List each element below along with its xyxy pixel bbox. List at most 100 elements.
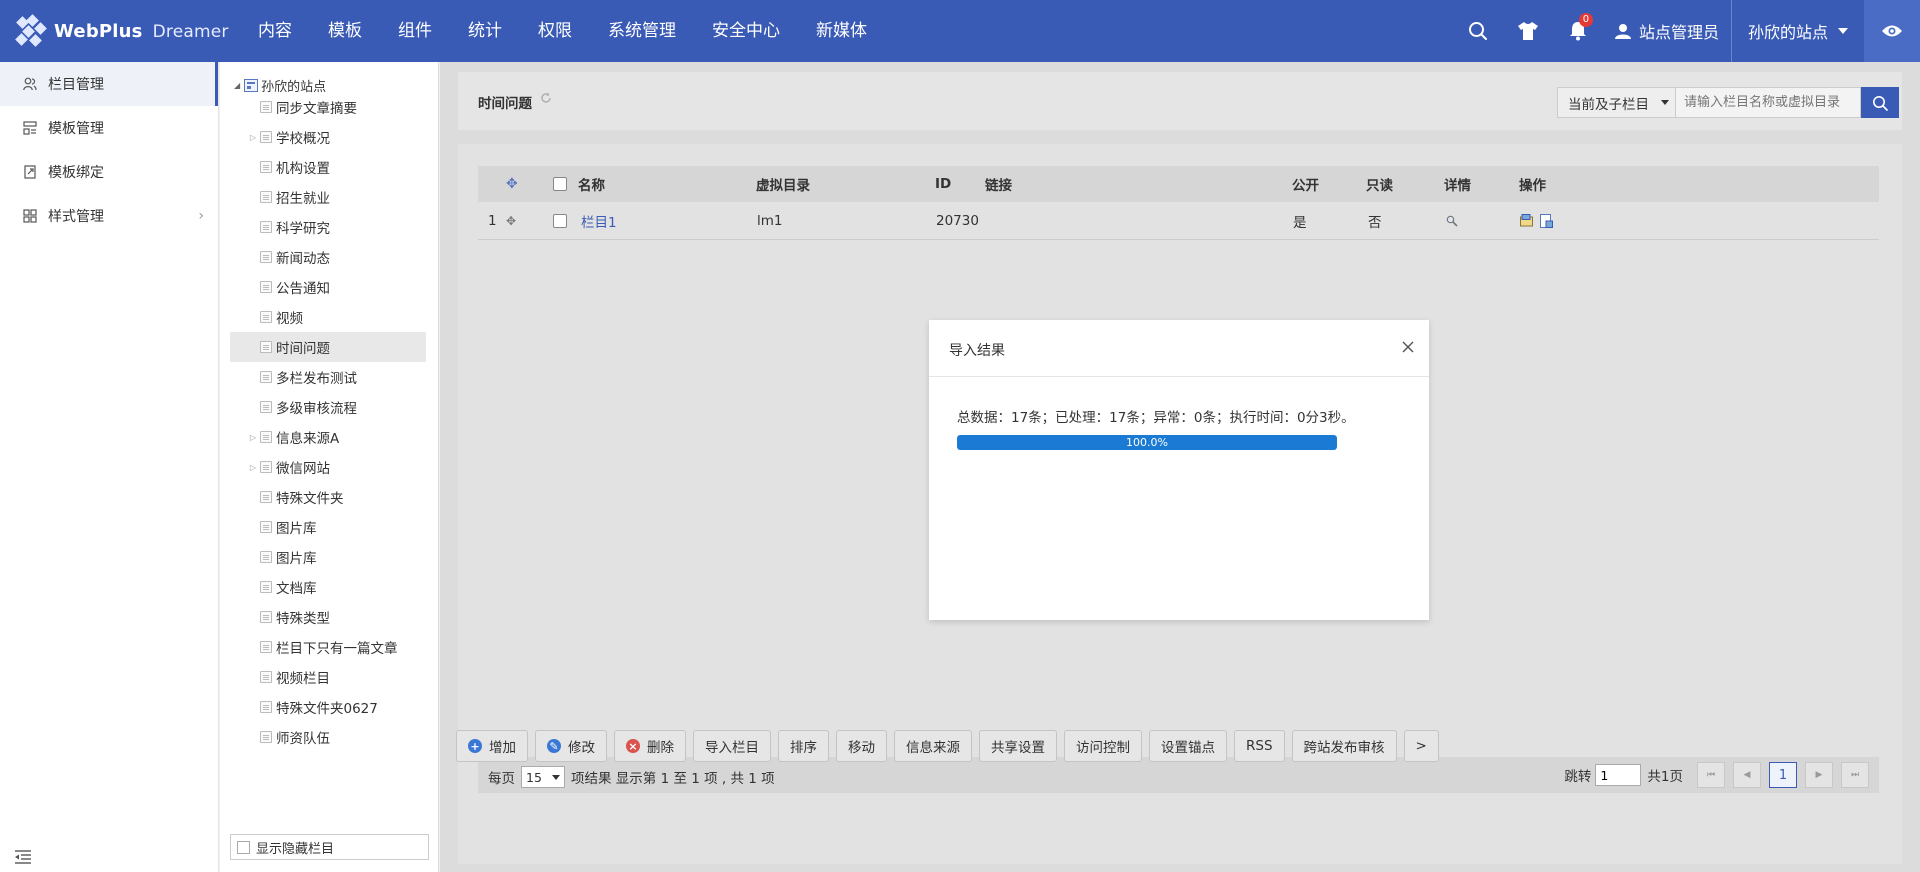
share-settings-button[interactable]: 共享设置: [979, 730, 1057, 762]
import-columns-button[interactable]: 导入栏目: [693, 730, 771, 762]
tree-item[interactable]: ▷ 信息来源A: [230, 422, 426, 452]
view-page-icon[interactable]: [1540, 202, 1553, 239]
expand-triangle-icon[interactable]: ▷: [246, 433, 260, 442]
show-hidden-checkbox[interactable]: [237, 840, 250, 854]
collapse-triangle-icon[interactable]: ◢: [234, 81, 240, 90]
edit-button[interactable]: ✎ 修改: [535, 730, 607, 762]
col-name[interactable]: 名称: [578, 166, 605, 202]
user-menu[interactable]: 站点管理员: [1603, 0, 1732, 62]
table-row[interactable]: 1 ✥ 栏目1 lm1 20730 是 否: [478, 202, 1879, 240]
expand-triangle-icon[interactable]: ▷: [246, 463, 260, 472]
show-hidden-columns-toggle[interactable]: 显示隐藏栏目: [230, 834, 429, 860]
sort-button[interactable]: 排序: [778, 730, 829, 762]
top-right-tools: 0 站点管理员 孙欣的站点: [1453, 0, 1920, 62]
tree-item[interactable]: 多级审核流程: [230, 392, 426, 422]
tree-item[interactable]: 特殊文件夹: [230, 482, 426, 512]
tree-item[interactable]: 公告通知: [230, 272, 426, 302]
caret-down-icon: [552, 775, 560, 780]
info-source-button[interactable]: 信息来源: [894, 730, 972, 762]
tree-item[interactable]: ▷ 学校概况: [230, 122, 426, 152]
col-link[interactable]: 链接: [985, 166, 1012, 202]
tree-item[interactable]: 时间问题: [230, 332, 426, 362]
col-readonly[interactable]: 只读: [1366, 166, 1393, 202]
last-page-icon[interactable]: ⏭: [1841, 762, 1869, 788]
tree-item[interactable]: 图片库: [230, 542, 426, 572]
col-id[interactable]: ID: [935, 166, 951, 202]
nav-item-system[interactable]: 系统管理: [590, 0, 694, 62]
collapse-menu-icon[interactable]: [14, 850, 34, 866]
nav-item-template[interactable]: 模板: [310, 0, 380, 62]
tree-item[interactable]: 文档库: [230, 572, 426, 602]
nav-item-permission[interactable]: 权限: [520, 0, 590, 62]
sidebar-item-column-management[interactable]: 栏目管理: [0, 62, 218, 106]
site-selector[interactable]: 孙欣的站点: [1732, 0, 1864, 62]
pager-left: 每页 15 项结果 显示第 1 至 1 项 , 共 1 项: [488, 766, 775, 788]
more-actions-button[interactable]: >: [1403, 730, 1439, 762]
column-search-input[interactable]: [1675, 87, 1861, 118]
nav-item-stats[interactable]: 统计: [450, 0, 520, 62]
sidebar-item-style-management[interactable]: 样式管理 ›: [0, 194, 218, 238]
move-button[interactable]: 移动: [836, 730, 887, 762]
nav-item-content[interactable]: 内容: [240, 0, 310, 62]
first-page-icon[interactable]: ⏮: [1697, 762, 1725, 788]
close-icon[interactable]: [1397, 336, 1419, 358]
column-tree: ◢ 孙欣的站点 同步文章摘要 ▷ 学校概况 机构设置 招生就业 科学研究 新闻动态 公告通知视…: [220, 62, 439, 872]
access-control-button[interactable]: 访问控制: [1064, 730, 1142, 762]
sidebar-item-template-management[interactable]: 模板管理: [0, 106, 218, 150]
logo[interactable]: WebPlus Dreamer: [14, 10, 229, 52]
cross-site-review-button[interactable]: 跨站发布审核: [1291, 730, 1397, 762]
delete-button[interactable]: × 删除: [614, 730, 686, 762]
tree-item[interactable]: 招生就业: [230, 182, 426, 212]
expand-triangle-icon[interactable]: ▷: [246, 133, 260, 142]
scope-select[interactable]: 当前及子栏目: [1557, 87, 1676, 118]
tree-item[interactable]: 视频栏目: [230, 662, 426, 692]
jump-page-input[interactable]: [1595, 764, 1642, 786]
page-header: 时间问题 当前及子栏目: [458, 72, 1902, 130]
nav-item-newmedia[interactable]: 新媒体: [798, 0, 885, 62]
search-icon[interactable]: [1453, 0, 1503, 62]
detail-magnifier-icon[interactable]: [1446, 202, 1458, 239]
tree-item-label: 时间问题: [276, 341, 330, 357]
row-checkbox[interactable]: [553, 213, 567, 228]
tree-item[interactable]: 视频: [230, 302, 426, 332]
sidebar-item-template-binding[interactable]: 模板绑定: [0, 150, 218, 194]
refresh-icon[interactable]: [540, 92, 552, 108]
nav-item-security[interactable]: 安全中心: [694, 0, 798, 62]
tree-item[interactable]: 栏目下只有一篇文章: [230, 632, 426, 662]
tree-item[interactable]: 同步文章摘要: [230, 92, 426, 122]
col-public[interactable]: 公开: [1292, 166, 1319, 202]
folder-page-icon: [260, 191, 272, 203]
add-label: 增加: [489, 740, 516, 756]
bell-icon[interactable]: 0: [1553, 0, 1603, 62]
tree-item[interactable]: 师资队伍: [230, 722, 426, 752]
edit-label: 修改: [568, 740, 595, 756]
search-button[interactable]: [1861, 87, 1899, 118]
tree-item[interactable]: 新闻动态: [230, 242, 426, 272]
tree-item[interactable]: 多栏发布测试: [230, 362, 426, 392]
edit-column-icon[interactable]: [1520, 202, 1534, 239]
shirt-icon[interactable]: [1503, 0, 1553, 62]
tree-item[interactable]: ▷ 微信网站: [230, 452, 426, 482]
row-name-link[interactable]: 栏目1: [581, 202, 617, 239]
nav-item-component[interactable]: 组件: [380, 0, 450, 62]
col-vdir[interactable]: 虚拟目录: [756, 166, 810, 202]
select-all-checkbox[interactable]: [553, 177, 567, 191]
scope-value: 当前及子栏目: [1568, 96, 1649, 113]
tree-item[interactable]: 特殊文件夹0627: [230, 692, 426, 722]
per-page-select[interactable]: 15: [521, 766, 565, 788]
set-anchor-button[interactable]: 设置锚点: [1149, 730, 1227, 762]
prev-page-icon[interactable]: ◀: [1733, 762, 1761, 788]
tree-item[interactable]: 科学研究: [230, 212, 426, 242]
row-id: 20730: [936, 212, 979, 229]
drag-handle-icon[interactable]: ✥: [506, 202, 516, 239]
next-page-icon[interactable]: ▶: [1805, 762, 1833, 788]
folder-page-icon: [260, 491, 272, 503]
move-all-icon[interactable]: ✥: [506, 166, 518, 202]
rss-button[interactable]: RSS: [1234, 730, 1285, 762]
tree-item[interactable]: 特殊类型: [230, 602, 426, 632]
current-page-button[interactable]: 1: [1769, 762, 1797, 788]
eye-icon[interactable]: [1864, 0, 1920, 62]
tree-item[interactable]: 机构设置: [230, 152, 426, 182]
add-button[interactable]: + 增加: [456, 730, 528, 762]
tree-item[interactable]: 图片库: [230, 512, 426, 542]
